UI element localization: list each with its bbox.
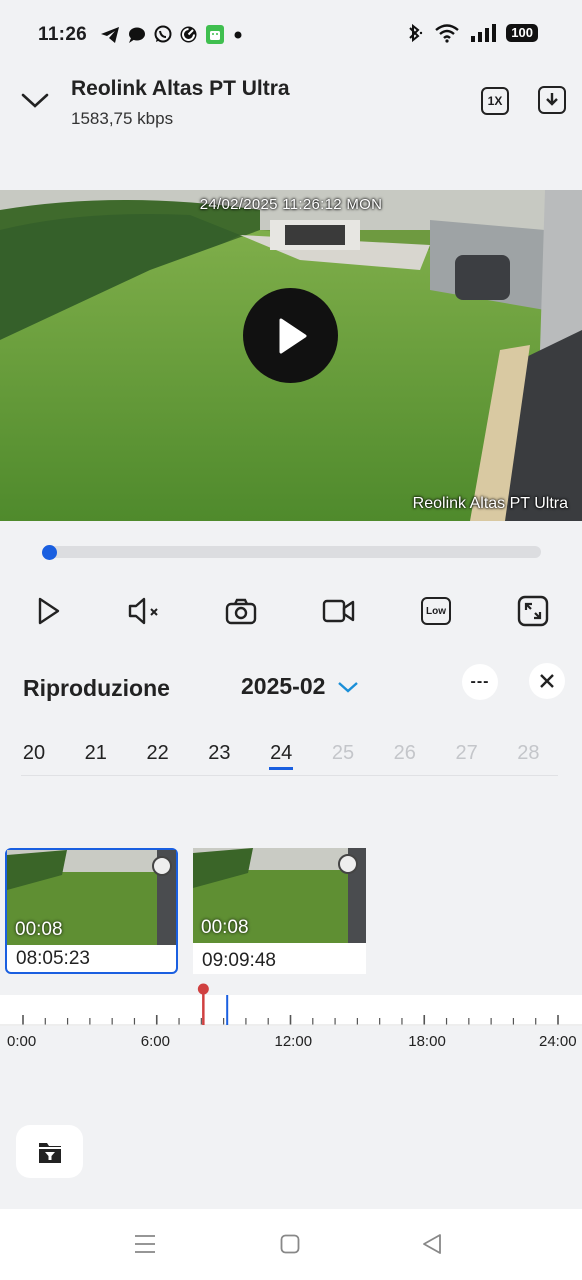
quality-button[interactable]: Low bbox=[418, 593, 454, 629]
month-label: 2025-02 bbox=[241, 673, 326, 699]
snapshot-button[interactable] bbox=[223, 593, 259, 629]
clip-card[interactable]: 00:08 09:09:48 bbox=[193, 848, 366, 974]
status-time: 11:26 bbox=[38, 24, 88, 45]
filter-folder-icon bbox=[38, 1142, 61, 1163]
day-26: 26 bbox=[393, 742, 416, 764]
download-button[interactable] bbox=[538, 86, 566, 114]
battery-icon: 100 bbox=[506, 24, 538, 42]
playback-progress-bar[interactable] bbox=[44, 546, 541, 558]
day-divider bbox=[21, 775, 558, 776]
timeline-label: 18:00 bbox=[408, 1033, 446, 1050]
notification-dot bbox=[234, 31, 242, 38]
clip-duration: 00:08 bbox=[201, 917, 249, 938]
bitrate-label: 1583,75 kbps bbox=[71, 109, 174, 128]
fullscreen-button[interactable] bbox=[515, 593, 551, 629]
mute-icon bbox=[128, 597, 158, 625]
more-button[interactable]: --- bbox=[462, 664, 498, 700]
clip-thumbnail: 00:08 bbox=[193, 848, 366, 943]
progress-thumb[interactable] bbox=[42, 545, 57, 560]
day-20[interactable]: 20 bbox=[14, 742, 54, 765]
timeline-label: 6:00 bbox=[140, 1033, 170, 1050]
menu-icon[interactable] bbox=[134, 1234, 156, 1254]
play-overlay-button[interactable] bbox=[243, 288, 338, 383]
day-21[interactable]: 21 bbox=[76, 742, 116, 765]
day-27: 27 bbox=[455, 742, 478, 764]
clip-time: 08:05:23 bbox=[16, 948, 90, 969]
clip-time: 09:09:48 bbox=[202, 950, 276, 971]
selected-day-indicator bbox=[269, 767, 293, 770]
more-label: --- bbox=[470, 673, 490, 690]
clip-thumbnail: 00:08 bbox=[7, 850, 176, 945]
timeline-label: 24:00 bbox=[539, 1033, 577, 1050]
video-timestamp: 24/02/2025 11:26:12 MON bbox=[199, 196, 383, 213]
telegram-icon bbox=[101, 26, 119, 43]
video-camera-name: Reolink Altas PT Ultra bbox=[412, 495, 568, 512]
quality-low-icon: Low bbox=[421, 597, 451, 625]
fullscreen-icon bbox=[517, 595, 549, 627]
timeline-ticks bbox=[0, 983, 582, 1026]
system-nav-bar bbox=[0, 1209, 582, 1280]
month-selector[interactable]: 2025-02 bbox=[241, 673, 359, 700]
speed-button[interactable]: 1X bbox=[481, 87, 509, 115]
timeline-label: 12:00 bbox=[274, 1033, 313, 1050]
camera-title: Reolink Altas PT Ultra bbox=[71, 77, 290, 100]
day-22[interactable]: 22 bbox=[138, 742, 178, 765]
clip-duration: 00:08 bbox=[15, 919, 63, 940]
whatsapp-icon bbox=[154, 25, 172, 43]
filter-button[interactable] bbox=[16, 1125, 83, 1178]
home-icon[interactable] bbox=[280, 1234, 300, 1254]
close-button[interactable] bbox=[529, 663, 565, 699]
timeline-label: 0:00 bbox=[7, 1033, 37, 1050]
day-23[interactable]: 23 bbox=[199, 742, 239, 765]
download-icon bbox=[546, 93, 558, 106]
collapse-button[interactable] bbox=[20, 86, 50, 116]
play-icon bbox=[279, 318, 306, 353]
chevron-down-icon bbox=[338, 681, 359, 693]
speed-label: 1X bbox=[487, 94, 503, 108]
bluetooth-icon bbox=[409, 23, 423, 43]
refresh-app-icon bbox=[180, 26, 197, 43]
status-notification-icons bbox=[100, 24, 244, 45]
mute-button[interactable] bbox=[127, 593, 163, 629]
signal-icon bbox=[471, 24, 497, 42]
playback-title: Riproduzione bbox=[23, 675, 170, 701]
timeline[interactable] bbox=[0, 983, 582, 1026]
snapshot-icon bbox=[225, 598, 257, 625]
quality-label: Low bbox=[426, 605, 446, 617]
clip-card[interactable]: 00:08 08:05:23 bbox=[5, 848, 178, 974]
chevron-down-icon bbox=[21, 93, 49, 108]
playhead-handle[interactable] bbox=[197, 983, 209, 995]
chat-bubble-icon bbox=[129, 27, 145, 43]
android-app-icon bbox=[206, 25, 224, 44]
close-icon bbox=[540, 674, 554, 688]
play-icon bbox=[38, 597, 60, 625]
wifi-icon bbox=[435, 24, 460, 43]
back-icon[interactable] bbox=[422, 1233, 442, 1255]
day-28: 28 bbox=[517, 742, 540, 764]
record-button[interactable] bbox=[321, 593, 357, 629]
day-25: 25 bbox=[331, 742, 355, 764]
status-system-icons: 100 bbox=[404, 23, 538, 43]
status-bar: 11:26 100 bbox=[0, 0, 582, 70]
record-icon bbox=[322, 599, 355, 623]
day-24[interactable]: 24 bbox=[261, 742, 301, 765]
video-player[interactable]: 24/02/2025 11:26:12 MON Reolink Altas PT… bbox=[0, 190, 582, 521]
play-button[interactable] bbox=[30, 593, 66, 629]
